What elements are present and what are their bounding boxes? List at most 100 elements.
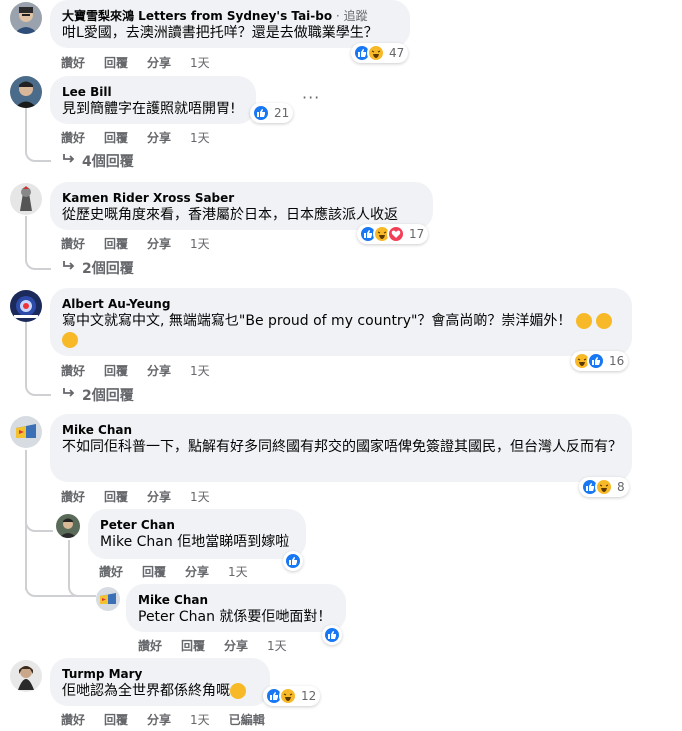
share-button[interactable]: 分享 [147, 131, 171, 145]
avatar[interactable] [96, 587, 120, 611]
avatar[interactable] [10, 416, 42, 448]
comment-actions: 讚好 回覆 分享 1天 已編輯 [61, 711, 284, 728]
reply-button[interactable]: 回覆 [104, 131, 128, 145]
comment-actions: 讚好 回覆 分享 1天 [61, 362, 229, 379]
edited-label[interactable]: 已編輯 [229, 713, 265, 727]
comment-author[interactable]: Albert Au-Yeung [62, 296, 620, 312]
mention-link[interactable]: Peter Chan [138, 609, 215, 625]
comment-actions: 讚好 回覆 分享 1天 [99, 563, 267, 580]
like-button[interactable]: 讚好 [61, 713, 85, 727]
reaction-summary[interactable]: 12 [263, 686, 321, 706]
reaction-summary[interactable]: 17 [357, 224, 429, 244]
reply-button[interactable]: 回覆 [142, 565, 166, 579]
reply-button[interactable]: 回覆 [104, 56, 128, 70]
reaction-count: 8 [617, 480, 625, 494]
grinning-emoji-icon [230, 683, 246, 699]
comment-text-wrap: 寫中文就寫中文, 無端端寫乜"Be proud of my country"？會… [62, 312, 624, 350]
like-icon [323, 626, 341, 644]
timestamp[interactable]: 1天 [267, 639, 287, 653]
reply-button[interactable]: 回覆 [104, 364, 128, 378]
comment-text: 佢哋認為全世界都係終角嘅 [62, 683, 230, 699]
comment-author[interactable]: 大寶雪梨來鴻 Letters from Sydney's Tai-bo [62, 9, 332, 23]
thread-line [25, 216, 27, 252]
reply-button[interactable]: 回覆 [104, 713, 128, 727]
view-replies-link[interactable]: 2個回覆 [62, 258, 134, 278]
comment-text: 見到簡體字在護照就唔開胃! [62, 101, 236, 117]
avatar[interactable] [10, 290, 42, 322]
reply-button[interactable]: 回覆 [104, 490, 128, 504]
mention-link[interactable]: Mike Chan [100, 534, 173, 550]
comment-text-wrap: 佢哋認為全世界都係終角嘅 [62, 682, 258, 701]
like-button[interactable]: 讚好 [61, 131, 85, 145]
comment-author[interactable]: Turmp Mary [62, 666, 258, 682]
view-replies-link[interactable]: 4個回覆 [62, 151, 134, 171]
replies-count: 2個回覆 [82, 388, 134, 404]
comment-bubble: Mike Chan 不如同佢科普一下，點解有好多同終國有邦交的國家唔俾免簽證其國… [50, 414, 632, 482]
reply-button[interactable]: 回覆 [104, 237, 128, 251]
share-button[interactable]: 分享 [224, 639, 248, 653]
share-button[interactable]: 分享 [147, 237, 171, 251]
love-icon [387, 225, 405, 243]
share-button[interactable]: 分享 [147, 56, 171, 70]
reaction-count: 21 [274, 106, 290, 120]
rofl-emoji-icon [596, 313, 613, 329]
avatar[interactable] [10, 183, 42, 215]
comment-bubble: Kamen Rider Xross Saber 從歷史嘅角度來看，香港屬於日本，… [50, 182, 433, 230]
like-icon [587, 352, 605, 370]
more-options-icon[interactable]: ··· [302, 88, 320, 107]
comment-text: 從歷史嘅角度來看，香港屬於日本，日本應該派人收返 [62, 207, 398, 223]
comment-bubble: Peter Chan Mike Chan 佢地當睇唔到嫁啦 [88, 509, 306, 559]
reaction-summary[interactable]: 21 [250, 103, 294, 123]
comment-header: 大寶雪梨來鴻 Letters from Sydney's Tai-bo · 追蹤 [62, 8, 398, 24]
reaction-summary[interactable]: 47 [351, 43, 409, 63]
follow-link[interactable]: 追蹤 [344, 9, 368, 23]
timestamp[interactable]: 1天 [190, 364, 210, 378]
share-button[interactable]: 分享 [147, 364, 171, 378]
reaction-summary[interactable]: 8 [579, 477, 629, 497]
comment-author[interactable]: Mike Chan [138, 592, 334, 608]
like-button[interactable]: 讚好 [61, 490, 85, 504]
timestamp[interactable]: 1天 [190, 713, 210, 727]
like-button[interactable]: 讚好 [61, 364, 85, 378]
comment-actions: 讚好 回覆 分享 1天 [61, 235, 229, 252]
comment-bubble: Lee Bill 見到簡體字在護照就唔開胃! [50, 76, 256, 124]
comment-author[interactable]: Kamen Rider Xross Saber [62, 190, 421, 206]
view-replies-link[interactable]: 2個回覆 [62, 385, 134, 405]
reply-button[interactable]: 回覆 [181, 639, 205, 653]
reaction-summary[interactable]: 16 [571, 351, 629, 371]
timestamp[interactable]: 1天 [190, 56, 210, 70]
timestamp[interactable]: 1天 [228, 565, 248, 579]
comment-actions: 讚好 回覆 分享 1天 [61, 54, 229, 71]
comment-text: 寫中文就寫中文, 無端端寫乜"Be proud of my country"？會… [62, 313, 572, 329]
timestamp[interactable]: 1天 [190, 131, 210, 145]
avatar[interactable] [10, 76, 42, 108]
timestamp[interactable]: 1天 [190, 490, 210, 504]
avatar[interactable] [10, 2, 42, 34]
thread-curve [68, 575, 96, 597]
like-button[interactable]: 讚好 [99, 565, 123, 579]
reply-arrow-icon [62, 387, 76, 403]
reaction-summary[interactable] [322, 625, 342, 645]
thread-curve [25, 374, 51, 396]
share-button[interactable]: 分享 [147, 490, 171, 504]
comment-actions: 讚好 回覆 分享 1天 [61, 129, 229, 146]
reply-arrow-icon [62, 153, 76, 169]
share-button[interactable]: 分享 [185, 565, 209, 579]
reaction-count: 17 [409, 227, 425, 241]
comment-bubble: Albert Au-Yeung 寫中文就寫中文, 無端端寫乜"Be proud … [50, 288, 632, 356]
haha-icon [367, 44, 385, 62]
comment-author[interactable]: Mike Chan [62, 422, 620, 438]
avatar[interactable] [10, 660, 42, 692]
reaction-summary[interactable] [283, 551, 303, 571]
comment-bubble: 大寶雪梨來鴻 Letters from Sydney's Tai-bo · 追蹤… [50, 0, 410, 48]
avatar[interactable] [56, 514, 80, 538]
like-icon [252, 104, 270, 122]
like-button[interactable]: 讚好 [138, 639, 162, 653]
comment-author[interactable]: Peter Chan [100, 517, 294, 533]
replies-count: 2個回覆 [82, 261, 134, 277]
timestamp[interactable]: 1天 [190, 237, 210, 251]
like-button[interactable]: 讚好 [61, 237, 85, 251]
share-button[interactable]: 分享 [147, 713, 171, 727]
like-button[interactable]: 讚好 [61, 56, 85, 70]
comment-author[interactable]: Lee Bill [62, 84, 244, 100]
